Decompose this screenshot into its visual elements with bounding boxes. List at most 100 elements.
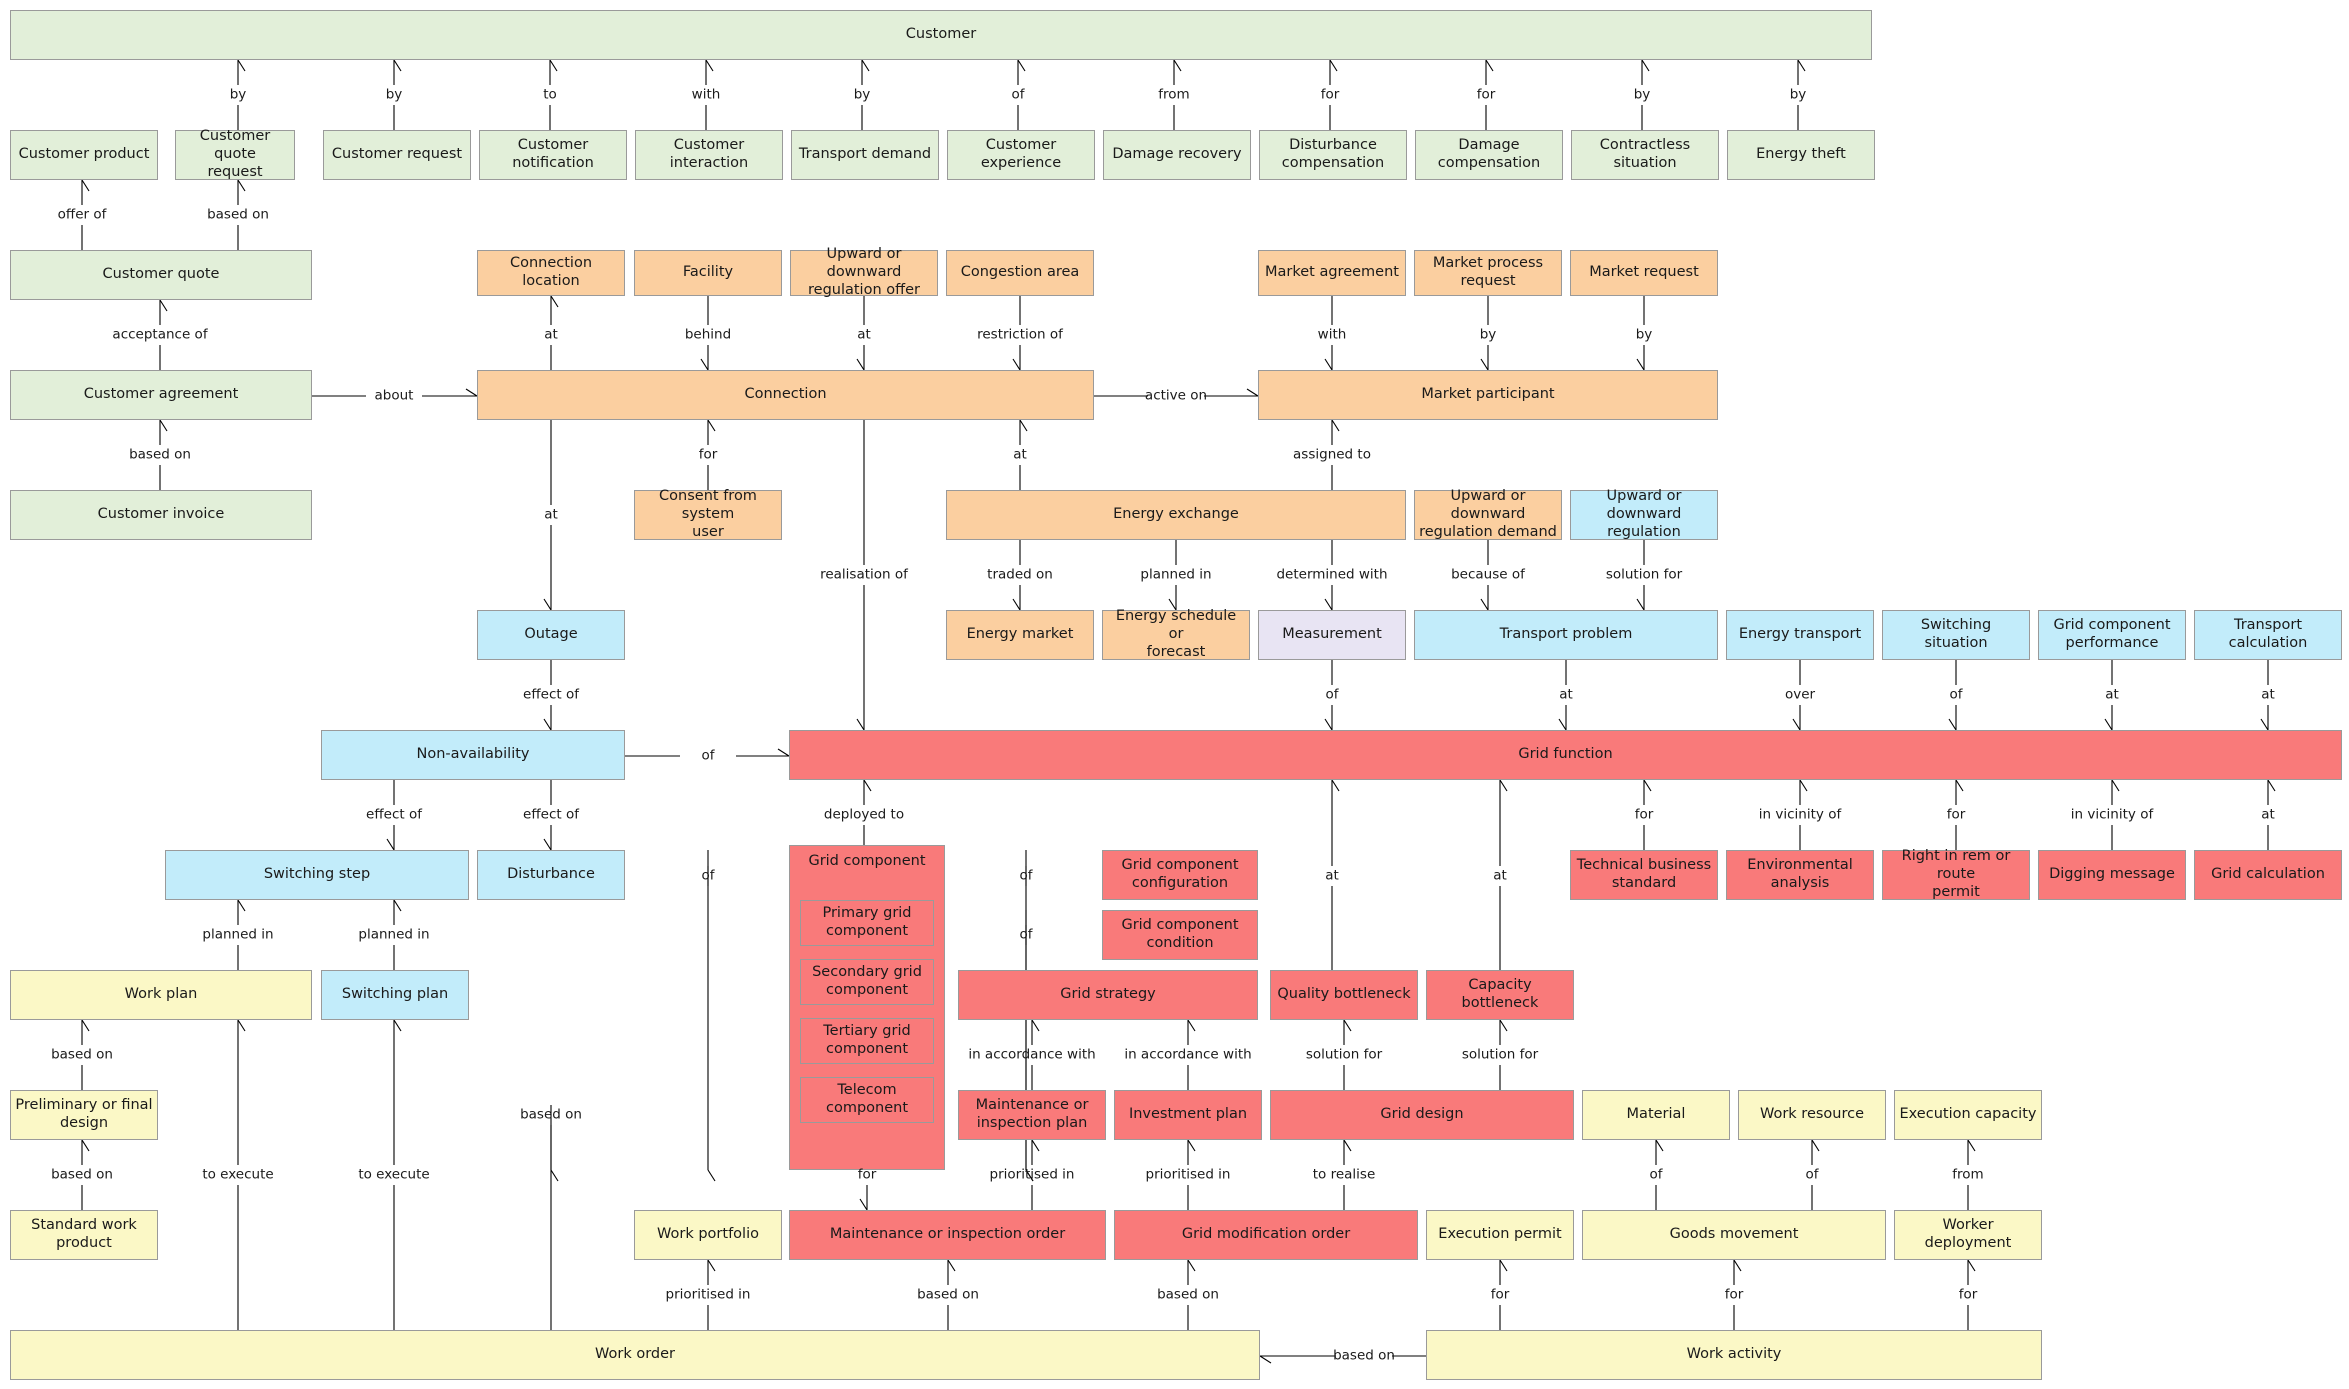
entity-upward-downward-regulation-offer[interactable]: Upward or downward regulation offer (790, 246, 938, 298)
edge-label-energy-exchange-to-energy-market: traded on (987, 566, 1053, 583)
edge-label-work-order-to-work-portfolio: prioritised in (665, 1286, 751, 1303)
edge-label-maintenance-or-inspection-order-to-maintenance-or-inspection-plan: prioritised in (989, 1166, 1075, 1183)
entity-execution-permit[interactable]: Execution permit (1426, 1210, 1574, 1260)
entity-energy-schedule-or-forecast[interactable]: Energy schedule or forecast (1102, 608, 1250, 660)
entity-customer-quote-request[interactable]: Customer quote request (175, 128, 295, 180)
entity-upward-downward-regulation[interactable]: Upward or downward regulation (1570, 488, 1718, 540)
entity-right-in-rem-or-route-permit[interactable]: Right in rem or route permit (1882, 848, 2030, 900)
entity-work-order[interactable]: Work order (10, 1330, 1260, 1380)
entity-switching-situation[interactable]: Switching situation (1882, 610, 2030, 660)
edge-label-work-activity-to-worker-deployment: for (1958, 1286, 1978, 1303)
entity-work-plan[interactable]: Work plan (10, 970, 312, 1020)
entity-environmental-analysis[interactable]: Environmental analysis (1726, 850, 1874, 900)
edge-label-energy-exchange-to-measurement: determined with (1276, 566, 1388, 583)
entity-customer-invoice[interactable]: Customer invoice (10, 490, 312, 540)
entity-grid-design[interactable]: Grid design (1270, 1090, 1574, 1140)
entity-primary-grid-component[interactable]: Primary grid component (800, 900, 934, 946)
entity-technical-business-standard[interactable]: Technical business standard (1570, 850, 1718, 900)
entity-maintenance-or-inspection-order[interactable]: Maintenance or inspection order (789, 1210, 1106, 1260)
entity-non-availability[interactable]: Non-availability (321, 730, 625, 780)
entity-worker-deployment[interactable]: Worker deployment (1894, 1210, 2042, 1260)
entity-outage[interactable]: Outage (477, 610, 625, 660)
edge-label-right-in-rem-or-route-permit-to-grid-function: for (1946, 806, 1966, 823)
entity-material[interactable]: Material (1582, 1090, 1730, 1140)
entity-damage-recovery[interactable]: Damage recovery (1103, 130, 1251, 180)
entity-customer-notification[interactable]: Customer notification (479, 130, 627, 180)
entity-customer-experience[interactable]: Customer experience (947, 130, 1095, 180)
entity-grid-component-performance[interactable]: Grid component performance (2038, 610, 2186, 660)
entity-customer-product[interactable]: Customer product (10, 130, 158, 180)
entity-congestion-area[interactable]: Congestion area (946, 250, 1094, 296)
entity-work-activity[interactable]: Work activity (1426, 1330, 2042, 1380)
entity-connection-location[interactable]: Connection location (477, 250, 625, 296)
edge-label-disturbance-to-grid-component: of (701, 867, 715, 884)
entity-consent-from-system-user[interactable]: Consent from system user (634, 488, 782, 540)
entity-customer[interactable]: Customer (10, 10, 1872, 60)
entity-maintenance-or-inspection-plan[interactable]: Maintenance or inspection plan (958, 1090, 1106, 1140)
edge-label-customer-invoice-to-customer-agreement: based on (129, 446, 191, 463)
edge-label-work-order-to-switching-plan: to execute (358, 1166, 430, 1183)
edge-label-grid-design-to-capacity-bottleneck: solution for (1461, 1046, 1539, 1063)
edge-label-customer-request-to-customer: by (385, 86, 403, 103)
entity-transport-problem[interactable]: Transport problem (1414, 610, 1718, 660)
entity-market-participant[interactable]: Market participant (1258, 370, 1718, 420)
entity-grid-component-condition[interactable]: Grid component condition (1102, 910, 1258, 960)
entity-work-resource[interactable]: Work resource (1738, 1090, 1886, 1140)
entity-energy-market[interactable]: Energy market (946, 610, 1094, 660)
entity-transport-demand[interactable]: Transport demand (791, 130, 939, 180)
edge-label-work-plan-to-switching-step: planned in (202, 926, 274, 943)
entity-measurement[interactable]: Measurement (1258, 610, 1406, 660)
entity-grid-modification-order[interactable]: Grid modification order (1114, 1210, 1418, 1260)
edge-label-grid-component-condition-to-grid-component: of (1019, 926, 1033, 943)
entity-investment-plan[interactable]: Investment plan (1114, 1090, 1262, 1140)
edge-label-damage-recovery-to-customer: from (1158, 86, 1190, 103)
entity-contractless-situation[interactable]: Contractless situation (1571, 130, 1719, 180)
entity-disturbance-compensation[interactable]: Disturbance compensation (1259, 130, 1407, 180)
entity-grid-function[interactable]: Grid function (789, 730, 2342, 780)
edge-label-grid-modification-order-to-grid-design: to realise (1312, 1166, 1376, 1183)
entity-grid-calculation[interactable]: Grid calculation (2194, 850, 2342, 900)
edge-label-transport-demand-to-customer: by (853, 86, 871, 103)
entity-quality-bottleneck[interactable]: Quality bottleneck (1270, 970, 1418, 1020)
edge-label-capacity-bottleneck-to-grid-function: at (1493, 867, 1507, 884)
entity-switching-plan[interactable]: Switching plan (321, 970, 469, 1020)
entity-energy-exchange[interactable]: Energy exchange (946, 490, 1406, 540)
edge-label-upward-downward-regulation-to-transport-problem: solution for (1605, 566, 1683, 583)
entity-telecom-component[interactable]: Telecom component (800, 1077, 934, 1123)
edge-label-investment-plan-to-grid-strategy: in accordance with (1124, 1046, 1252, 1063)
edge-label-customer-experience-to-customer: of (1011, 86, 1025, 103)
entity-work-portfolio[interactable]: Work portfolio (634, 1210, 782, 1260)
entity-market-process-request[interactable]: Market process request (1414, 250, 1562, 296)
entity-customer-quote[interactable]: Customer quote (10, 250, 312, 300)
entity-customer-request[interactable]: Customer request (323, 130, 471, 180)
entity-customer-agreement[interactable]: Customer agreement (10, 370, 312, 420)
entity-energy-transport[interactable]: Energy transport (1726, 610, 1874, 660)
entity-transport-calculation[interactable]: Transport calculation (2194, 610, 2342, 660)
entity-tertiary-grid-component[interactable]: Tertiary grid component (800, 1018, 934, 1064)
edge-label-grid-component-configuration-to-grid-component: of (1019, 867, 1033, 884)
edge-label-work-order-to-maintenance-or-inspection-order: based on (917, 1286, 979, 1303)
entity-standard-work-product[interactable]: Standard work product (10, 1210, 158, 1260)
entity-market-request[interactable]: Market request (1570, 250, 1718, 296)
entity-preliminary-or-final-design[interactable]: Preliminary or final design (10, 1090, 158, 1140)
entity-secondary-grid-component[interactable]: Secondary grid component (800, 959, 934, 1005)
entity-digging-message[interactable]: Digging message (2038, 850, 2186, 900)
entity-switching-step[interactable]: Switching step (165, 850, 469, 900)
edge-label-market-process-request-to-market-participant: by (1479, 326, 1497, 343)
edge-label-connection-to-market-participant: active on (1144, 387, 1208, 404)
entity-facility[interactable]: Facility (634, 250, 782, 296)
edge-label-outage-to-non-availability: effect of (523, 686, 579, 703)
entity-goods-movement[interactable]: Goods movement (1582, 1210, 1886, 1260)
entity-grid-component-configuration[interactable]: Grid component configuration (1102, 850, 1258, 900)
entity-upward-downward-regulation-demand[interactable]: Upward or downward regulation demand (1414, 488, 1562, 540)
edge-label-preliminary-or-final-design-to-work-plan: based on (51, 1046, 113, 1063)
entity-disturbance[interactable]: Disturbance (477, 850, 625, 900)
entity-energy-theft[interactable]: Energy theft (1727, 130, 1875, 180)
entity-grid-strategy[interactable]: Grid strategy (958, 970, 1258, 1020)
entity-customer-interaction[interactable]: Customer interaction (635, 130, 783, 180)
entity-connection[interactable]: Connection (477, 370, 1094, 420)
entity-damage-compensation[interactable]: Damage compensation (1415, 130, 1563, 180)
entity-capacity-bottleneck[interactable]: Capacity bottleneck (1426, 970, 1574, 1020)
entity-market-agreement[interactable]: Market agreement (1258, 250, 1406, 296)
entity-execution-capacity[interactable]: Execution capacity (1894, 1090, 2042, 1140)
